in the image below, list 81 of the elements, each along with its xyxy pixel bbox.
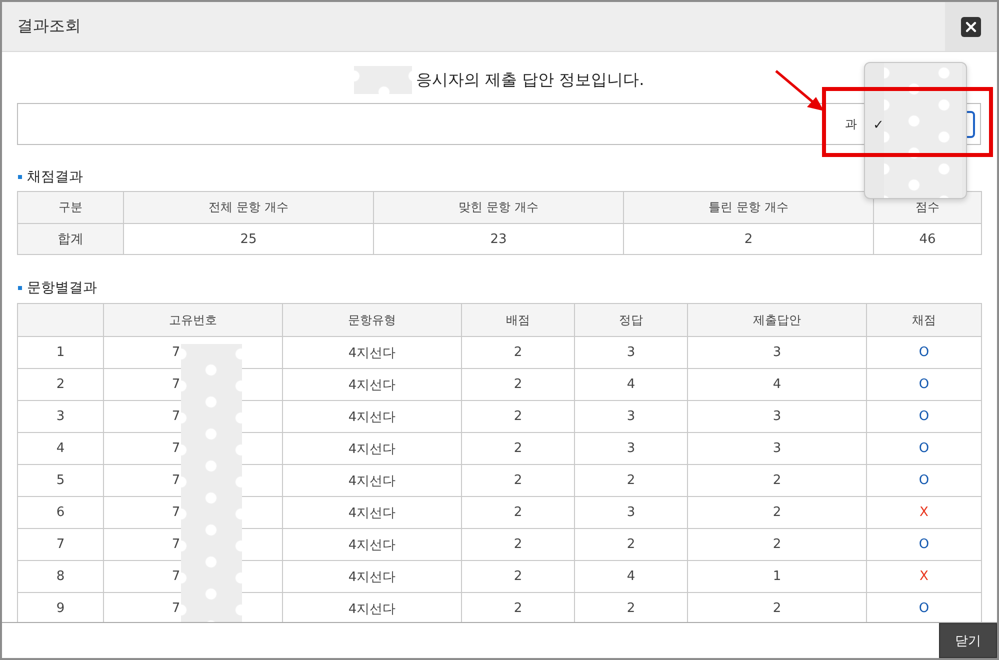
- bullet-icon: [18, 286, 22, 290]
- table-cell: 4지선다: [282, 368, 462, 400]
- filter-label: 과: [845, 116, 857, 132]
- section-title: 문항별결과: [27, 279, 97, 297]
- table-cell: 3: [574, 432, 688, 464]
- table-cell: 23: [374, 224, 624, 254]
- table-cell: 8: [18, 560, 104, 592]
- table-cell: O: [866, 464, 982, 496]
- table-cell: 2: [18, 368, 104, 400]
- close-button[interactable]: [945, 2, 997, 51]
- table-cell: 2: [462, 528, 574, 560]
- table-header-cell: 고유번호: [104, 304, 282, 336]
- table-cell: 5: [18, 464, 104, 496]
- table-cell: 4지선다: [282, 560, 462, 592]
- table-cell: O: [866, 400, 982, 432]
- table-cell: 2: [688, 528, 866, 560]
- table-cell: 3: [574, 496, 688, 528]
- table-header-cell: 배점: [462, 304, 574, 336]
- table-cell: 4지선다: [282, 528, 462, 560]
- table-cell: 4지선다: [282, 336, 462, 368]
- close-icon: [961, 16, 981, 36]
- table-cell: 3: [574, 336, 688, 368]
- table-cell: O: [866, 592, 982, 622]
- table-cell: 3: [688, 336, 866, 368]
- table-cell: 6: [18, 496, 104, 528]
- table-cell: 3: [574, 400, 688, 432]
- table-cell: 4지선다: [282, 464, 462, 496]
- table-cell: 2: [462, 496, 574, 528]
- table-cell: 3: [688, 432, 866, 464]
- table-cell: 2: [688, 592, 866, 622]
- menu-item[interactable]: ✓: [865, 115, 884, 136]
- table-cell: 1: [18, 336, 104, 368]
- table-cell: X: [866, 496, 982, 528]
- table-header-cell: 구분: [18, 192, 124, 224]
- table-header-cell: 틀린 문항 개수: [624, 192, 874, 224]
- table-cell: 2: [688, 496, 866, 528]
- section-title: 채점결과: [27, 168, 83, 186]
- table-cell: 4지선다: [282, 400, 462, 432]
- table-cell: 7: [18, 528, 104, 560]
- heading-text: 응시자의 제출 답안 정보입니다.: [416, 70, 644, 90]
- table-cell: 1: [688, 560, 866, 592]
- table-header-cell: 제출답안: [688, 304, 866, 336]
- table-header-cell: 문항유형: [282, 304, 462, 336]
- table-header-cell: 채점: [866, 304, 982, 336]
- table-cell: 2: [462, 400, 574, 432]
- row-header-cell: 합계: [18, 224, 124, 254]
- table-cell: 3: [18, 400, 104, 432]
- table-cell: 2: [462, 336, 574, 368]
- table-cell: 2: [688, 464, 866, 496]
- table-cell: O: [866, 528, 982, 560]
- table-cell: 4지선다: [282, 592, 462, 622]
- table-cell: 25: [124, 224, 374, 254]
- table-cell: 4: [574, 368, 688, 400]
- table-cell: 3: [688, 400, 866, 432]
- bullet-icon: [18, 175, 22, 179]
- table-cell: O: [866, 368, 982, 400]
- table-cell: X: [866, 560, 982, 592]
- table-header-cell: 맞힌 문항 개수: [374, 192, 624, 224]
- table-cell: 9: [18, 592, 104, 622]
- close-button[interactable]: 닫기: [939, 623, 997, 658]
- table-cell: 4지선다: [282, 432, 462, 464]
- table-cell: 2: [574, 592, 688, 622]
- table-cell: 2: [462, 368, 574, 400]
- table-cell: O: [866, 432, 982, 464]
- table-cell: 4지선다: [282, 496, 462, 528]
- table-cell: 2: [624, 224, 874, 254]
- table-cell: 2: [462, 592, 574, 622]
- table-cell: O: [866, 336, 982, 368]
- table-cell: 4: [688, 368, 866, 400]
- table-cell: 4: [574, 560, 688, 592]
- table-header-cell: 전체 문항 개수: [124, 192, 374, 224]
- dialog-title: 결과조회: [16, 16, 81, 37]
- table-cell: 2: [462, 432, 574, 464]
- table-cell: 2: [462, 560, 574, 592]
- table-header-cell: 정답: [574, 304, 688, 336]
- table-cell: 46: [874, 224, 982, 254]
- table-cell: 2: [574, 528, 688, 560]
- annotation-arrow: [775, 70, 824, 111]
- table-cell: 4: [18, 432, 104, 464]
- table-cell: 2: [462, 464, 574, 496]
- table-cell: 2: [574, 464, 688, 496]
